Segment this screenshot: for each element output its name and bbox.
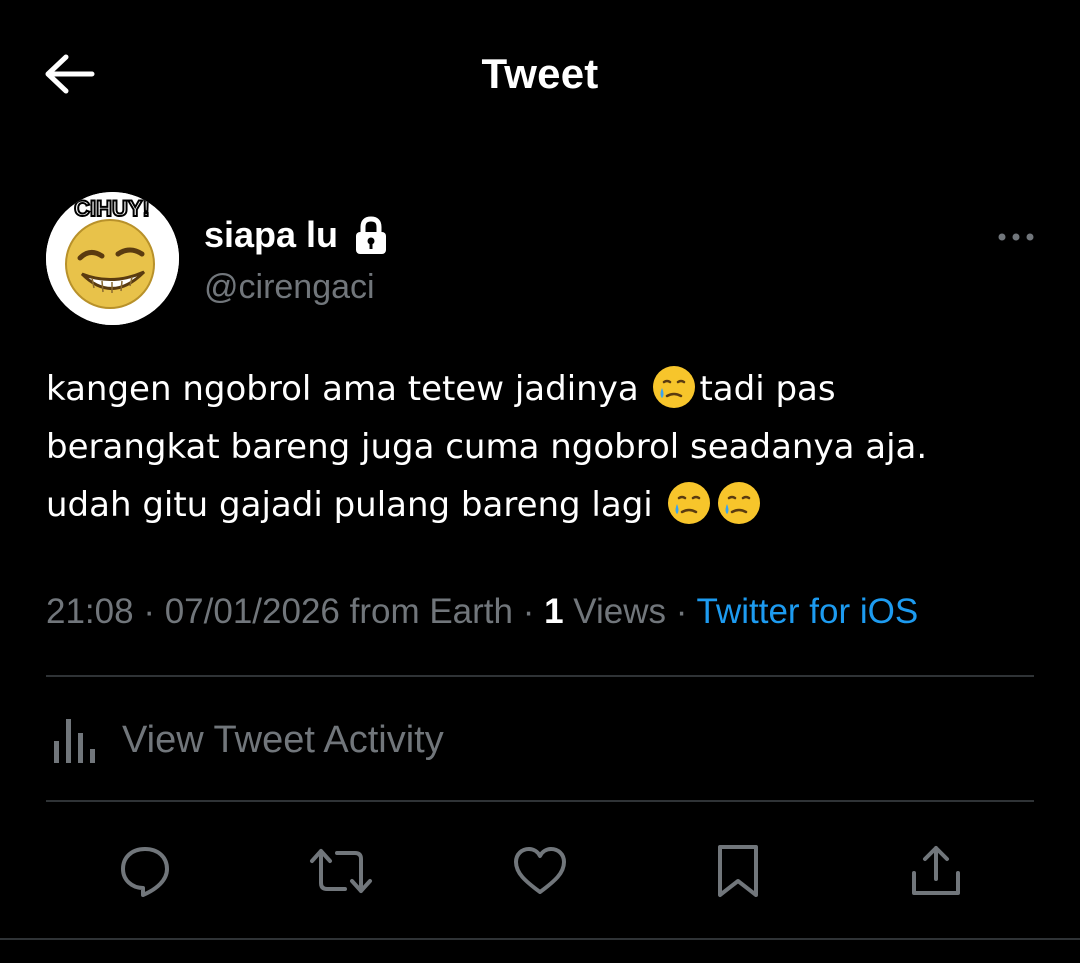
lock-icon [356,216,387,254]
like-button[interactable] [505,836,575,906]
top-bar: Tweet [0,0,1080,150]
tweet-line: udah gitu gajadi pulang bareng lagi [46,476,1046,534]
tweet-text: kangen ngobrol ama tetew jadinya tadi pa… [46,360,1046,534]
avatar[interactable]: CIHUY! [46,192,179,325]
face-holding-back-tears-icon [717,482,760,524]
tweet-text-segment: berangkat bareng juga cuma ngobrol seada… [46,427,928,467]
tweet-line: kangen ngobrol ama tetew jadinya tadi pa… [46,360,1046,418]
avatar-text: CIHUY! [74,196,150,221]
heart-icon [514,847,566,894]
tweet-location: from Earth [339,592,513,631]
tweet-text-segment: tadi pas [699,369,836,409]
user-handle[interactable]: @cirengaci [204,268,375,307]
display-name-text: siapa lu [204,214,339,255]
face-holding-back-tears-icon [653,366,696,408]
tweet-time: 21:08 [46,592,134,631]
analytics-icon [54,719,95,763]
view-tweet-activity-label: View Tweet Activity [122,718,444,761]
bookmark-icon [718,845,758,897]
bottom-divider [0,938,1080,940]
divider [46,675,1034,677]
avatar-image: CIHUY! [46,192,179,325]
divider [46,800,1034,802]
meta-separator: · [512,592,545,631]
tweet-actions-bar [46,836,1034,906]
view-tweet-activity-button[interactable]: View Tweet Activity [46,708,444,772]
display-name[interactable]: siapa lu [204,214,390,256]
tweet-source-link[interactable]: Twitter for iOS [697,592,919,631]
share-icon [912,846,960,895]
tweet-meta: 21:08 · 07/01/2026 from Earth · 1 Views … [46,592,918,632]
more-horizontal-icon [998,233,1034,241]
retweet-icon [310,849,372,893]
share-button[interactable] [901,836,971,906]
face-holding-back-tears-icon [667,482,710,524]
bookmark-button[interactable] [703,836,773,906]
reply-button[interactable] [110,836,180,906]
tweet-date: 07/01/2026 [164,592,340,631]
reply-icon [121,847,169,897]
tweet-text-segment: udah gitu gajadi pulang bareng lagi [46,485,664,525]
tweet-text-segment: kangen ngobrol ama tetew jadinya [46,369,650,409]
views-label: Views [563,592,667,631]
tweet-author: CIHUY! siapa lu @cirengaci [46,192,1036,327]
meta-separator: · [133,592,165,631]
more-options-button[interactable] [996,222,1036,252]
views-count: 1 [544,592,564,631]
retweet-button[interactable] [306,836,376,906]
tweet-line: berangkat bareng juga cuma ngobrol seada… [46,418,1046,476]
page-title: Tweet [481,50,599,97]
meta-separator: · [666,592,697,631]
